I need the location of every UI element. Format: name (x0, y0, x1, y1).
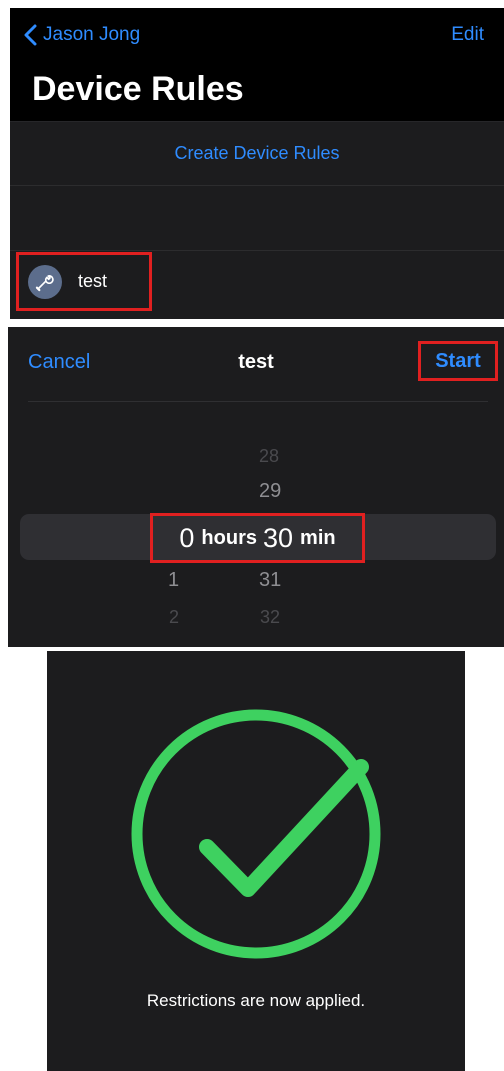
hours-option[interactable]: 2 (169, 607, 179, 628)
divider (10, 250, 504, 251)
rule-list-item-test[interactable]: test (16, 252, 152, 311)
chevron-left-icon (24, 24, 37, 46)
back-button-label: Jason Jong (43, 24, 141, 45)
page-title: Device Rules (32, 70, 244, 108)
start-button[interactable]: Start (418, 341, 498, 381)
device-rules-screen: Jason Jong Edit Device Rules Create Devi… (10, 8, 504, 319)
hours-unit-label: hours (201, 526, 257, 549)
rules-list: Create Device Rules test (10, 122, 504, 319)
minutes-unit-label: min (300, 526, 336, 549)
checkmark-circle-icon (131, 709, 381, 959)
hours-selected: 0 (179, 522, 195, 553)
rule-name: test (78, 271, 108, 291)
wrench-icon (35, 274, 54, 291)
confirmation-message: Restrictions are now applied. (146, 991, 366, 1010)
timer-picker-screen: Cancel test Start 28 29 31 32 1 2 0 hour… (8, 327, 504, 647)
minutes-option[interactable]: 32 (260, 607, 280, 628)
edit-button[interactable]: Edit (451, 24, 484, 46)
minutes-option[interactable]: 29 (259, 480, 281, 503)
confirmation-screen: Restrictions are now applied. (47, 651, 465, 1071)
minutes-selected: 30 (262, 522, 294, 553)
minutes-option[interactable]: 31 (259, 569, 281, 592)
divider (10, 185, 504, 186)
divider (28, 401, 488, 402)
minutes-option[interactable]: 28 (259, 446, 279, 467)
hours-option[interactable]: 1 (168, 569, 179, 592)
rule-avatar (28, 264, 62, 299)
back-button[interactable]: Jason Jong (24, 24, 140, 46)
selected-duration[interactable]: 0 hours 30 min (150, 513, 365, 563)
create-device-rules-button[interactable]: Create Device Rules (10, 122, 504, 185)
